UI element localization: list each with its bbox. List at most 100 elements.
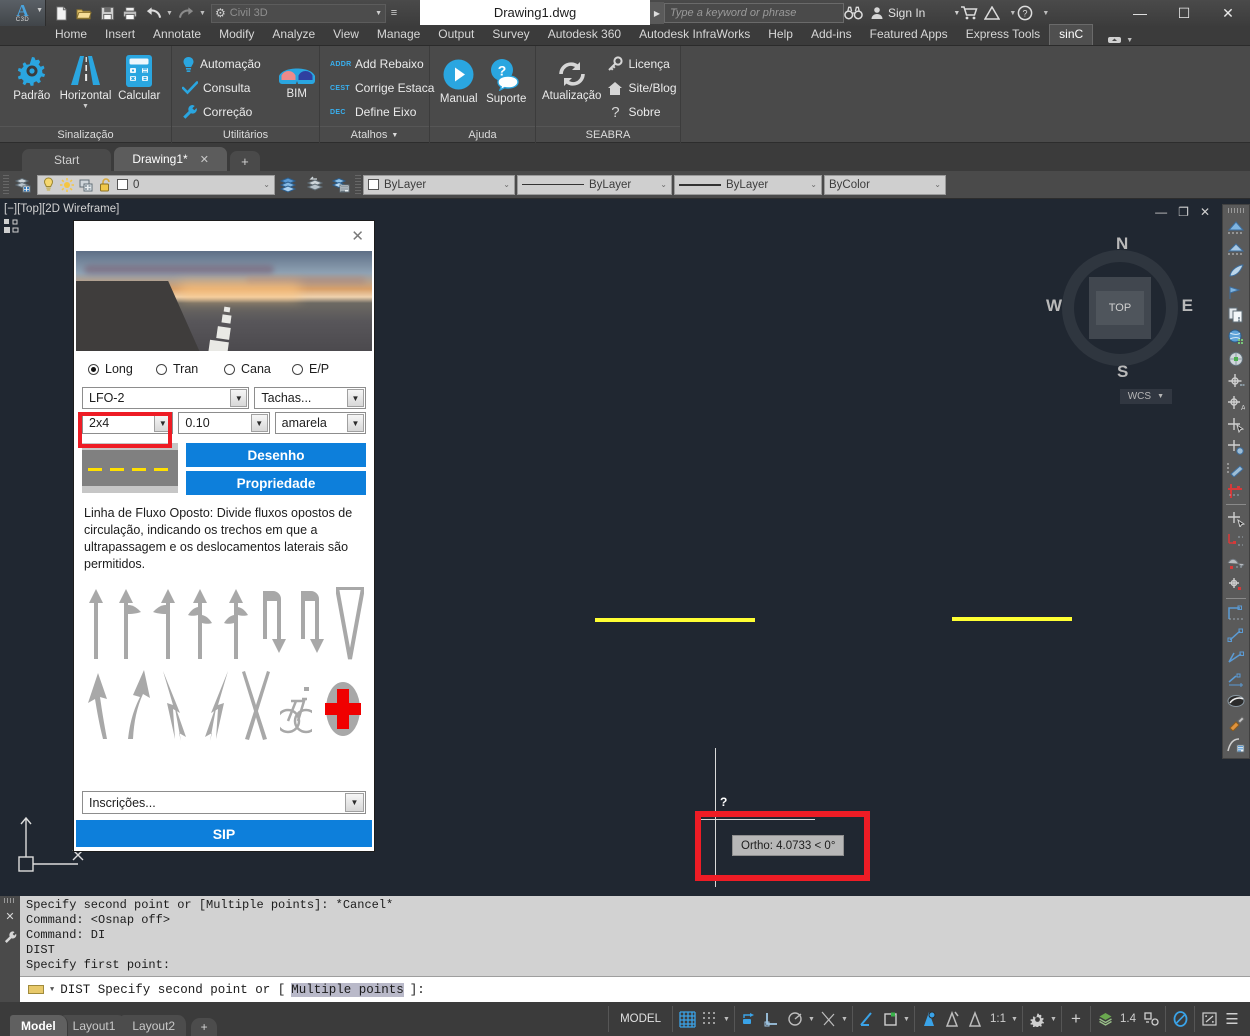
selection-cycling-icon[interactable] [1169, 1007, 1191, 1031]
close-icon[interactable]: ✕ [5, 910, 14, 923]
point-create-icon[interactable] [1225, 370, 1247, 391]
layer-unlock-icon[interactable] [99, 177, 112, 192]
marking-code-select[interactable]: LFO-2 ▼ [82, 387, 250, 409]
select-similar-icon[interactable] [1225, 508, 1247, 529]
ribbon-tab-manage[interactable]: Manage [368, 25, 429, 45]
add-rebaixo-button[interactable]: ADDR Add Rebaixo [330, 53, 434, 75]
ribbon-tab-output[interactable]: Output [429, 25, 483, 45]
surface-edit-icon[interactable] [1225, 238, 1247, 259]
chevron-down-icon[interactable]: ▼ [345, 793, 364, 812]
chevron-down-icon[interactable]: ▼ [1157, 393, 1164, 400]
merge-arrow-right-icon[interactable] [201, 669, 231, 741]
terrain-icon[interactable] [1225, 552, 1247, 573]
ortho-mode-icon[interactable] [761, 1007, 783, 1031]
command-prompt-highlight[interactable]: Multiple points [291, 982, 404, 997]
viewcube[interactable]: TOP N S W E [1045, 233, 1195, 383]
chevron-down-icon[interactable]: ▼ [1008, 10, 1017, 17]
sinc-marking-palette[interactable]: ✕ Long Tran Cana E/P LFO-2 ▼ Tachas... ▼… [73, 220, 375, 852]
create-surface-icon[interactable] [1225, 216, 1247, 237]
chevron-down-icon[interactable]: ▼ [902, 1016, 911, 1023]
workspace-switcher[interactable]: ⚙ Civil 3D ▼ [211, 3, 386, 23]
grid-display-icon[interactable] [676, 1007, 698, 1031]
fullscreen-icon[interactable] [1198, 1007, 1220, 1031]
radio-ep[interactable]: E/P [292, 362, 360, 376]
curved-arrow-right-icon[interactable] [122, 669, 150, 741]
suporte-button[interactable]: ? Suporte [484, 50, 530, 105]
chevron-down-icon[interactable]: ▼ [82, 103, 89, 110]
ribbon-tab-express-tools[interactable]: Express Tools [957, 25, 1049, 45]
point-group-icon[interactable] [1225, 436, 1247, 457]
ribbon-tab-infraworks[interactable]: Autodesk InfraWorks [630, 25, 759, 45]
chevron-down-icon[interactable]: ⌄ [660, 180, 667, 189]
curve-table-icon[interactable] [1225, 734, 1247, 755]
bicycle-icon[interactable] [280, 669, 313, 741]
render-icon[interactable] [1225, 690, 1247, 711]
chevron-down-icon[interactable]: ⌄ [503, 180, 510, 189]
application-menu-button[interactable]: A C3D ▼ [0, 0, 46, 26]
close-icon[interactable]: ✕ [351, 227, 364, 245]
pipe-network-icon[interactable] [1225, 480, 1247, 501]
close-icon[interactable]: ✕ [200, 153, 209, 166]
marking-line-left[interactable] [595, 618, 755, 622]
ribbon-tab-help[interactable]: Help [759, 25, 802, 45]
close-button[interactable]: ✕ [1206, 0, 1250, 26]
layer-select[interactable]: 0 ⌄ [37, 174, 275, 195]
property-button[interactable]: Propriedade [186, 471, 366, 495]
define-eixo-button[interactable]: DEC Define Eixo [330, 101, 434, 123]
ribbon-tab-insert[interactable]: Insert [96, 25, 144, 45]
globe-grid-icon[interactable] [1225, 326, 1247, 347]
automacao-button[interactable]: Automação [182, 53, 261, 75]
toolbar-grip[interactable] [1228, 208, 1244, 213]
consulta-button[interactable]: Consulta [182, 77, 261, 99]
space-mode-button[interactable]: MODEL [612, 1013, 669, 1025]
curved-arrow-left-icon[interactable] [85, 669, 111, 741]
corrige-estaca-button[interactable]: CEST Corrige Estaca [330, 77, 434, 99]
linetype-select[interactable]: ByLayer ⌄ [517, 174, 672, 195]
arrow-dimension-icon[interactable] [1225, 668, 1247, 689]
radio-tran[interactable]: Tran [156, 362, 224, 376]
chevron-down-icon[interactable]: ▼ [1010, 1016, 1019, 1023]
redo-dropdown-icon[interactable]: ▼ [198, 10, 207, 17]
layer-on-icon[interactable] [42, 177, 55, 192]
plot-icon[interactable] [119, 2, 141, 24]
chevron-down-icon[interactable]: ▼ [1125, 37, 1134, 44]
chevron-down-icon[interactable]: ▼ [346, 414, 364, 432]
layout-tab-layout2[interactable]: Layout2 [121, 1015, 188, 1036]
manual-button[interactable]: Manual [436, 50, 482, 105]
layer-properties-icon[interactable] [11, 174, 35, 196]
arrow-straight-both-icon[interactable] [186, 587, 214, 661]
scale-label[interactable]: 1:1 [987, 1007, 1009, 1031]
inscriptions-select[interactable]: Inscrições... ▼ [82, 791, 366, 814]
chevron-down-icon[interactable]: ▼ [391, 132, 398, 139]
angular-dimension-icon[interactable] [1225, 646, 1247, 667]
draw-button[interactable]: Desenho [186, 443, 366, 467]
object-color-select[interactable]: ByLayer ⌄ [363, 174, 515, 195]
viewcube-east-label[interactable]: E [1182, 296, 1193, 316]
drawing-tab-drawing1[interactable]: Drawing1* ✕ [114, 147, 227, 171]
autoscale-icon[interactable] [941, 1007, 963, 1031]
viewport-maximize-icon[interactable]: ❐ [1178, 205, 1189, 219]
ribbon-tab-analyze[interactable]: Analyze [263, 25, 324, 45]
qat-overflow-icon[interactable]: ≡ [386, 7, 402, 19]
panel-title-atalhos[interactable]: Atalhos ▼ [320, 126, 429, 143]
search-expand-icon[interactable]: ▶ [650, 2, 664, 24]
horizontal-button[interactable]: Horizontal ▼ [60, 50, 111, 110]
copy-paste-icon[interactable] [1225, 304, 1247, 325]
new-drawing-tab-button[interactable]: + [229, 151, 260, 171]
layer-thaw-icon[interactable] [60, 177, 74, 192]
point-select-icon[interactable] [1225, 414, 1247, 435]
command-line-grip[interactable]: ✕ [0, 896, 20, 1002]
wrench-icon[interactable] [4, 930, 17, 944]
chevron-down-icon[interactable]: ▼ [347, 389, 364, 407]
arrow-straight-right-icon[interactable] [117, 587, 143, 661]
radio-long[interactable]: Long [88, 362, 156, 376]
viewport-close-icon[interactable]: ✕ [1200, 205, 1210, 219]
layout-tab-layout1[interactable]: Layout1 [61, 1015, 128, 1036]
surface-analysis-icon[interactable] [1225, 282, 1247, 303]
sign-in-button[interactable]: Sign In ▼ [870, 6, 960, 20]
ribbon-tab-sinc[interactable]: sinC [1049, 24, 1094, 45]
layer-unlocked-plot-icon[interactable] [79, 178, 94, 192]
new-layout-button[interactable]: + [191, 1018, 218, 1036]
radio-cana[interactable]: Cana [224, 362, 292, 376]
toolbar-grip-2[interactable] [355, 174, 361, 195]
